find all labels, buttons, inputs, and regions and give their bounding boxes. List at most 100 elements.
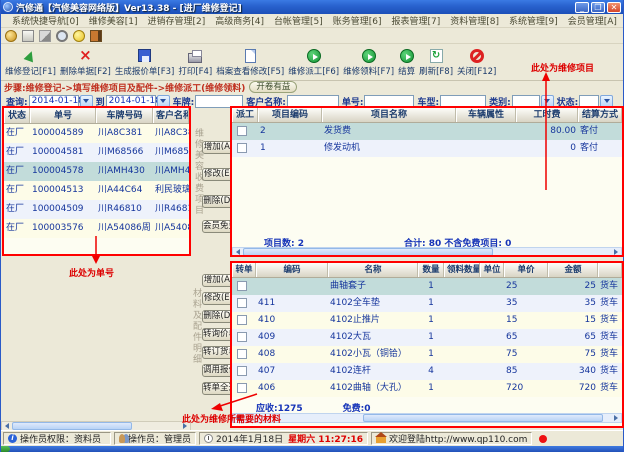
material-row[interactable]: 4114102全车垫1 35 35货车 xyxy=(232,295,622,312)
material-table: 转单 编码 名称 数量 领料数量 单位 单价 金额 曲轴套子1 25 25货车 … xyxy=(230,261,624,428)
col-transfer[interactable]: 转单 xyxy=(232,263,256,277)
col-project-name[interactable]: 项目名称 xyxy=(322,108,456,122)
project-row-selected[interactable]: 2发货费 80.00客付 xyxy=(232,123,622,140)
menu-repair-beauty[interactable]: 维修美容[1] xyxy=(84,14,143,27)
col-code[interactable]: 编码 xyxy=(256,263,328,277)
status-red-dot-icon xyxy=(539,435,547,443)
col-pick-qty[interactable]: 领料数量 xyxy=(444,263,480,277)
printer-icon xyxy=(188,53,202,63)
date-pane: 2014年1月18日 星期六 11:27:16 xyxy=(199,432,368,445)
settle-button[interactable]: 结算 xyxy=(396,46,417,78)
col-customer[interactable]: 客户名称 xyxy=(153,108,189,123)
transfer-checkbox[interactable] xyxy=(237,332,247,342)
col-unit[interactable]: 单位 xyxy=(480,263,504,277)
menu-advanced-business[interactable]: 高级商务[4] xyxy=(210,14,269,27)
close-form-button[interactable]: 关闭[F12] xyxy=(455,46,498,78)
project-row[interactable]: 1修发动机 0客付 xyxy=(232,140,622,157)
menu-system-nav[interactable]: 系统快捷导航[0] xyxy=(7,14,84,27)
restore-button[interactable]: ❐ xyxy=(591,2,605,13)
menu-reports[interactable]: 报表管理[7] xyxy=(387,14,446,27)
dispatch-checkbox[interactable] xyxy=(237,126,247,136)
users-icon xyxy=(119,434,125,443)
vehicle-row[interactable]: 在厂100004589川A8C381川A8C381 xyxy=(4,124,189,143)
window-title: 汽修通【汽修美容网络版】Ver13.38 - [进厂维修登记] xyxy=(16,1,573,14)
generate-quote-button[interactable]: 生成报价单[F3] xyxy=(113,46,176,78)
save-icon xyxy=(138,49,151,62)
minimize-button[interactable]: _ xyxy=(575,2,589,13)
col-qty[interactable]: 数量 xyxy=(418,263,444,277)
annotation-material: 此处为维修所需要的材料 xyxy=(182,412,281,425)
dispatch-button[interactable]: 维修派工[F6] xyxy=(286,46,341,78)
col-price[interactable]: 单价 xyxy=(504,263,548,277)
transfer-checkbox[interactable] xyxy=(237,349,247,359)
green-up-arrow-icon xyxy=(24,49,37,62)
view-icon[interactable] xyxy=(56,30,68,42)
col-settle-type[interactable]: 结算方式 xyxy=(578,108,622,122)
dispatch-checkbox[interactable] xyxy=(237,143,247,153)
scroll-left-icon[interactable] xyxy=(233,248,243,256)
pencil-icon[interactable] xyxy=(39,30,51,42)
quick-toolbar xyxy=(1,28,623,44)
menu-accounting[interactable]: 账务管理[6] xyxy=(328,14,387,27)
menu-bar: 系统快捷导航[0] 维修美容[1] 进销存管理[2] 高级商务[4] 台帐管理[… xyxy=(1,14,623,28)
menu-data[interactable]: 资料管理[8] xyxy=(445,14,504,27)
refresh-button[interactable]: ↻ 刷新[F8] xyxy=(417,46,455,78)
title-bar: 汽修通【汽修美容网络版】Ver13.38 - [进厂维修登记] _ ❐ ✕ xyxy=(1,0,623,14)
close-button[interactable]: ✕ xyxy=(607,2,621,13)
col-vehicle-attr[interactable]: 车辆属性 xyxy=(456,108,516,122)
col-plate[interactable]: 车牌号码 xyxy=(96,108,153,123)
vehicle-row[interactable]: 在厂100004513川A44C64利民玻璃 xyxy=(4,181,189,200)
smiley-icon[interactable] xyxy=(73,30,85,42)
annotation-order-no: 此处为单号 xyxy=(69,266,114,279)
app-window: 汽修通【汽修美容网络版】Ver13.38 - [进厂维修登记] _ ❐ ✕ 系统… xyxy=(0,0,624,452)
material-row-selected[interactable]: 曲轴套子1 25 25货车 xyxy=(232,278,622,295)
menu-member[interactable]: 会员管理[A] xyxy=(563,14,622,27)
pick-material-button[interactable]: 维修领料[F7] xyxy=(341,46,396,78)
step-bar: 步骤:维修登记->填写维修项目及配件->维修派工(维修领料) 开卷有益 xyxy=(1,81,623,93)
notebook-icon[interactable] xyxy=(22,30,34,42)
col-project-code[interactable]: 项目编码 xyxy=(258,108,322,122)
home-icon xyxy=(376,437,386,443)
material-row[interactable]: 4074102连杆4 85 340货车 xyxy=(232,363,622,380)
col-dispatch[interactable]: 派工 xyxy=(232,108,258,122)
col-labor-fee[interactable]: 工时费 xyxy=(516,108,578,122)
project-hscrollbar[interactable] xyxy=(232,247,622,257)
red-x-icon: × xyxy=(79,48,92,63)
col-amount[interactable]: 金额 xyxy=(548,263,598,277)
col-name[interactable]: 名称 xyxy=(328,263,418,277)
material-row[interactable]: 4064102曲轴（大孔）1 720 720货车 xyxy=(232,380,622,397)
help-tips-button[interactable]: 开卷有益 xyxy=(249,81,297,93)
material-row[interactable]: 4094102大瓦1 65 65货车 xyxy=(232,329,622,346)
menu-ledger[interactable]: 台帐管理[5] xyxy=(269,14,328,27)
project-table-header: 派工 项目编码 项目名称 车辆属性 工时费 结算方式 xyxy=(232,108,622,123)
permission-pane: i 操作员权限：资料员 xyxy=(3,432,111,445)
print-button[interactable]: 打印[F4] xyxy=(176,46,214,78)
transfer-checkbox[interactable] xyxy=(237,315,247,325)
col-order-no[interactable]: 单号 xyxy=(30,108,96,123)
exit-door-icon[interactable] xyxy=(90,30,102,42)
material-row[interactable]: 4104102止推片1 15 15货车 xyxy=(232,312,622,329)
delete-order-button[interactable]: × 删除单据[F2] xyxy=(58,46,113,78)
menu-system[interactable]: 系统管理[9] xyxy=(504,14,563,27)
scroll-left-icon[interactable] xyxy=(2,422,12,430)
material-hscrollbar[interactable] xyxy=(232,413,622,423)
vehicle-row[interactable]: 在厂100004581川M68566川M68566 xyxy=(4,143,189,162)
vehicle-row-selected[interactable]: 在厂100004578川AMH430川AMH430 xyxy=(4,162,189,181)
vehicle-row[interactable]: 在厂100004509川R46810川R46810 xyxy=(4,200,189,219)
scroll-right-icon[interactable] xyxy=(611,414,621,422)
repair-register-button[interactable]: 维修登记[F1] xyxy=(3,46,58,78)
transfer-checkbox[interactable] xyxy=(237,281,247,291)
vehicle-row[interactable]: 在厂100003576川A54086周川A54086周 xyxy=(4,219,189,238)
transfer-checkbox[interactable] xyxy=(237,366,247,376)
material-row[interactable]: 4084102小瓦（铜铪）1 75 75货车 xyxy=(232,346,622,363)
green-go-icon xyxy=(362,49,376,63)
document-icon xyxy=(245,49,256,63)
menu-inventory[interactable]: 进销存管理[2] xyxy=(143,14,211,27)
archive-view-edit-button[interactable]: 档案查看修改[F5] xyxy=(214,46,286,78)
col-extra[interactable] xyxy=(598,263,622,277)
transfer-checkbox[interactable] xyxy=(237,298,247,308)
scroll-right-icon[interactable] xyxy=(611,248,621,256)
col-status[interactable]: 状态 xyxy=(4,108,30,123)
coin-icon[interactable] xyxy=(5,30,17,42)
transfer-checkbox[interactable] xyxy=(237,383,247,393)
